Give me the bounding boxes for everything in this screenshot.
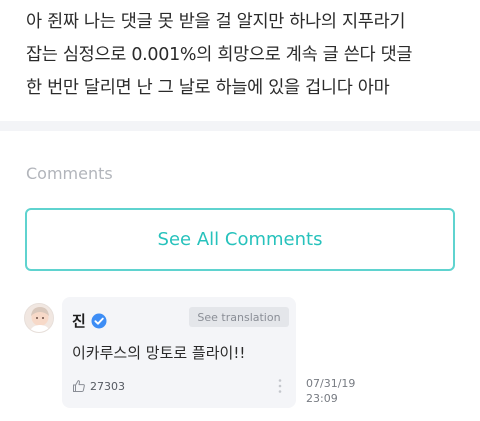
like-count: 27303: [90, 379, 125, 393]
post-line-3: 한 번만 달리면 난 그 날로 하늘에 있을 겁니다 아마: [26, 78, 390, 98]
more-options-icon[interactable]: [278, 378, 282, 394]
like-button[interactable]: 27303: [72, 379, 125, 393]
post-line-1: 아 쥔짜 나는 댓글 못 받을 걸 알지만 하나의 지푸라기: [26, 12, 406, 32]
avatar-image: [25, 304, 53, 332]
verified-badge-icon: [91, 313, 107, 328]
comment-card: 진 See translation 이카루스의 망토로 플라이!! 27303: [62, 297, 296, 408]
comment-author-row: 진: [72, 310, 107, 331]
avatar[interactable]: [24, 303, 54, 333]
see-translation-button[interactable]: See translation: [189, 307, 289, 327]
comment-body: 이카루스의 망토로 플라이!!: [72, 344, 246, 362]
section-divider: [0, 121, 480, 131]
comment-timestamp: 07/31/19 23:09: [306, 376, 355, 406]
see-all-comments-button[interactable]: See All Comments: [25, 208, 455, 271]
post-line-2: 잡는 심정으로 0.001%의 희망으로 계속 글 쓴다 댓글: [26, 45, 413, 65]
comments-heading: Comments: [26, 164, 113, 183]
post-text: 아 쥔짜 나는 댓글 못 받을 걸 알지만 하나의 지푸라기 잡는 심정으로 0…: [26, 6, 466, 105]
comment-author-name[interactable]: 진: [72, 310, 86, 331]
thumbs-up-icon: [73, 380, 85, 392]
comment-time: 23:09: [306, 392, 338, 405]
comment-date: 07/31/19: [306, 377, 356, 390]
